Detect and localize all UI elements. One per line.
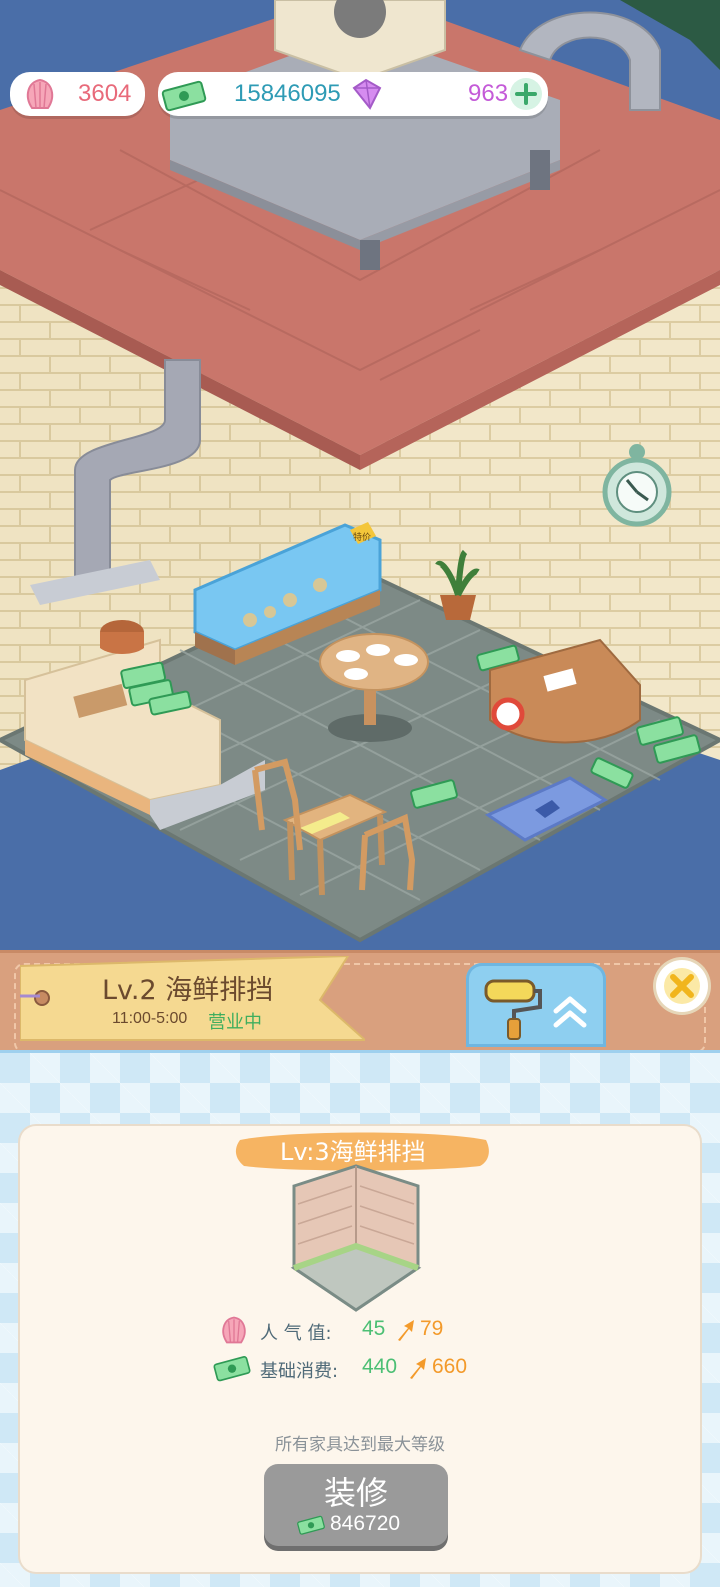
special-sign: 特价 <box>353 531 371 543</box>
popularity-next: 79 <box>420 1317 444 1340</box>
renovate-button-label: 装修 <box>323 1474 388 1512</box>
shop-status: 营业中 <box>208 1012 262 1033</box>
currency-bar: 15846095 963 <box>158 72 548 116</box>
shell-counter: 3604 <box>10 72 145 116</box>
next-level-title: Lv:3海鲜排挡 <box>280 1138 426 1166</box>
renovate-button[interactable]: 装修 846720 <box>264 1464 448 1546</box>
popularity-current: 45 <box>362 1317 386 1340</box>
close-button[interactable] <box>656 960 708 1012</box>
gem-icon <box>352 78 382 110</box>
shop-level-tag: Lv.2 海鲜排挡 11:00-5:00 营业中 <box>20 956 365 1046</box>
max-level-note: 所有家具达到最大等级 <box>275 1435 445 1455</box>
popularity-label: 人 气 值: <box>260 1323 332 1344</box>
double-chevron-up-icon <box>553 996 587 1028</box>
base-spend-next: 660 <box>432 1355 468 1378</box>
add-gems-button[interactable] <box>510 78 542 110</box>
shop-hours: 11:00-5:00 <box>112 1010 188 1027</box>
room-preview <box>290 1164 422 1312</box>
cash-icon <box>213 1356 251 1382</box>
shop-level-title: Lv.2 海鲜排挡 <box>102 975 274 1006</box>
arrow-up-icon <box>398 1320 414 1341</box>
renovate-cost: 846720 <box>330 1512 401 1535</box>
cash-amount: 15846095 <box>234 80 341 107</box>
gem-amount: 963 <box>468 80 509 107</box>
arrow-up-icon <box>410 1358 426 1379</box>
shell-amount: 3604 <box>78 80 132 107</box>
shell-icon <box>26 78 54 109</box>
paint-roller-icon <box>484 979 542 1040</box>
renovate-tab-button[interactable] <box>466 963 606 1047</box>
shell-icon <box>222 1316 246 1344</box>
close-icon <box>664 968 700 1004</box>
cash-icon <box>297 1515 325 1535</box>
base-spend-current: 440 <box>362 1355 398 1378</box>
restaurant-scene: 特价 <box>0 0 720 960</box>
base-spend-label: 基础消费: <box>260 1361 339 1382</box>
plus-icon <box>515 83 537 105</box>
cash-icon <box>161 80 207 112</box>
upgrade-card: Lv:3海鲜排挡 人 气 值: 45 79 基础消费: 440 660 所有家具… <box>20 1126 700 1572</box>
